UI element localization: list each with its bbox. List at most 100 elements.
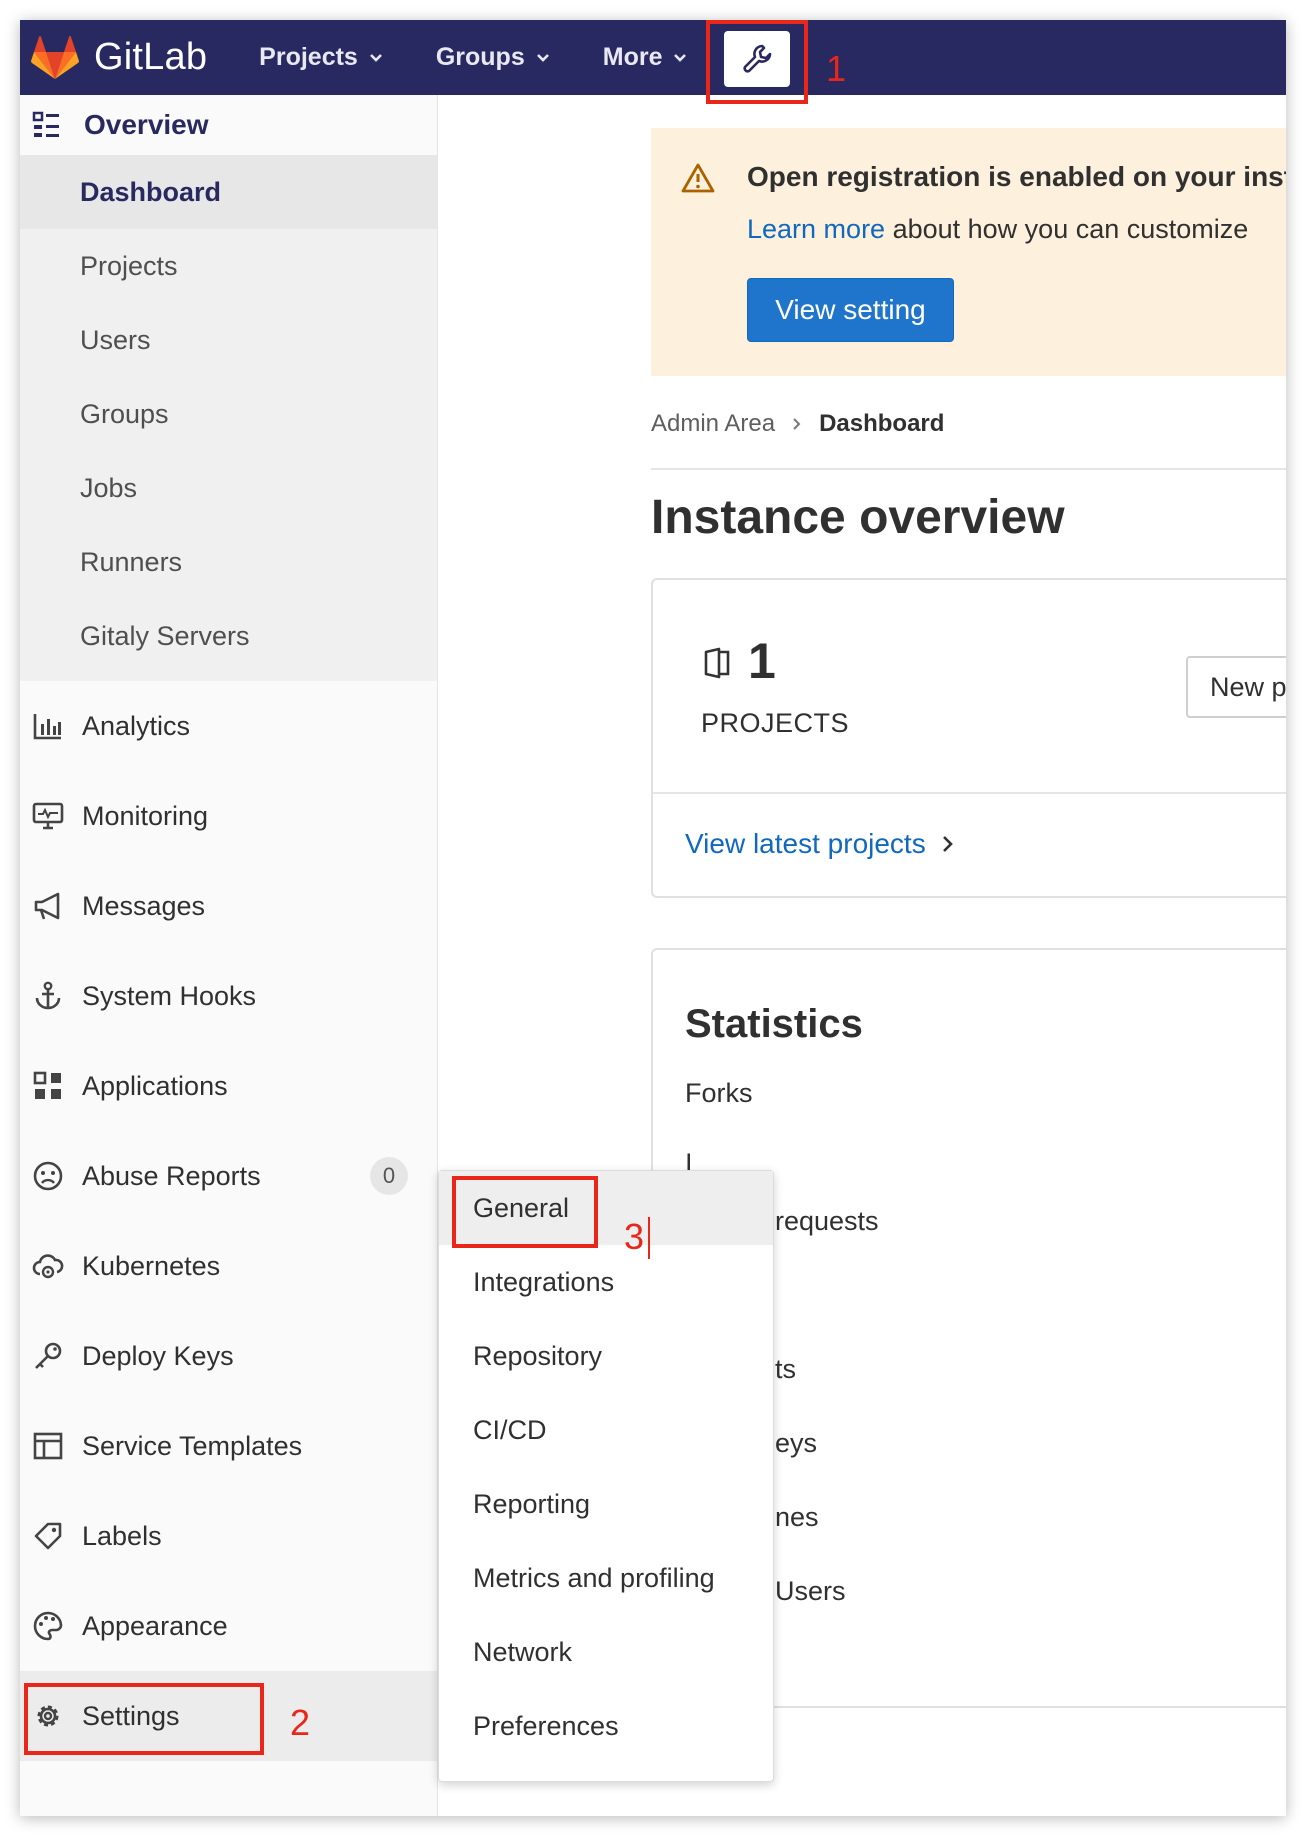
apps-grid-icon	[33, 1071, 61, 1099]
chevron-right-icon	[942, 836, 953, 852]
gitlab-logo-link[interactable]: GitLab	[30, 20, 207, 95]
sidebar-section-title: Overview	[84, 109, 209, 140]
sidebar-item-groups[interactable]: Groups	[20, 377, 437, 451]
sidebar-item-label: Analytics	[82, 710, 191, 741]
chevron-down-icon	[674, 53, 687, 62]
key-icon	[35, 1342, 62, 1369]
anchor-icon	[35, 981, 61, 1010]
projects-card: 1 PROJECTS New p View latest projects	[651, 578, 1286, 898]
chevron-down-icon	[536, 53, 549, 62]
page-title: Instance overview	[651, 491, 1065, 544]
sidebar-section-overview[interactable]: Overview	[20, 95, 437, 155]
learn-more-link[interactable]: Learn more	[747, 214, 885, 244]
palette-icon	[33, 1611, 63, 1641]
alert-body: Learn more about how you can customize	[747, 214, 1248, 245]
sidebar-item-users[interactable]: Users	[20, 303, 437, 377]
divider	[651, 468, 1286, 470]
nav-groups-dropdown[interactable]: Groups	[436, 43, 551, 72]
sidebar-item-runners[interactable]: Runners	[20, 525, 437, 599]
nav-label: More	[602, 43, 663, 71]
view-setting-button[interactable]: View setting	[747, 278, 954, 342]
sidebar-item-appearance[interactable]: Appearance	[20, 1581, 437, 1671]
sidebar-item-projects[interactable]: Projects	[20, 229, 437, 303]
gitlab-tanuki-icon	[30, 35, 80, 79]
nav-label: Groups	[435, 43, 525, 71]
sidebar-item-kubernetes[interactable]: Kubernetes	[20, 1221, 437, 1311]
new-project-button[interactable]: New p	[1186, 656, 1286, 718]
breadcrumb: Admin Area Dashboard	[651, 410, 944, 438]
overview-subnav: Dashboard Projects Users Groups Jobs Run…	[20, 155, 437, 681]
annotation-number-3: 3	[624, 1216, 645, 1257]
sidebar-item-gitaly-servers[interactable]: Gitaly Servers	[20, 599, 437, 673]
cloud-gear-icon	[32, 1254, 64, 1279]
browser-window: GitLab Projects Groups More 1 Overview D…	[20, 20, 1286, 1816]
projects-label: PROJECTS	[701, 708, 850, 738]
nav-projects-dropdown[interactable]: Projects	[259, 43, 384, 72]
flyout-item-ci-cd[interactable]: CI/CD	[439, 1393, 773, 1467]
sidebar-item-jobs[interactable]: Jobs	[20, 451, 437, 525]
open-registration-alert: Open registration is enabled on your ins…	[651, 128, 1286, 376]
statistics-title: Statistics	[685, 1002, 863, 1046]
sidebar-item-label: Abuse Reports	[82, 1160, 261, 1191]
top-navbar: GitLab Projects Groups More	[20, 20, 1286, 95]
alert-title: Open registration is enabled on your ins…	[747, 161, 1286, 192]
sidebar-item-applications[interactable]: Applications	[20, 1041, 437, 1131]
monitor-icon	[32, 802, 64, 830]
sidebar-item-messages[interactable]: Messages	[20, 861, 437, 951]
chart-icon	[33, 714, 61, 740]
sidebar-item-deploy-keys[interactable]: Deploy Keys	[20, 1311, 437, 1401]
abuse-reports-count-badge: 0	[370, 1157, 408, 1195]
overview-list-icon	[32, 111, 59, 137]
warning-triangle-icon	[681, 163, 715, 193]
annotation-box-1	[706, 20, 808, 104]
template-icon	[33, 1432, 63, 1460]
flyout-item-repository[interactable]: Repository	[439, 1319, 773, 1393]
sidebar-item-monitoring[interactable]: Monitoring	[20, 771, 437, 861]
project-book-icon	[704, 647, 730, 679]
link-label: View latest projects	[685, 828, 926, 859]
admin-sidebar: Overview Dashboard Projects Users Groups…	[20, 95, 438, 1816]
sidebar-item-label: Messages	[82, 890, 206, 921]
sidebar-item-label: Service Templates	[82, 1430, 303, 1461]
sidebar-item-label: System Hooks	[82, 980, 257, 1011]
nav-label: Projects	[259, 43, 358, 71]
view-latest-projects-link[interactable]: View latest projects	[685, 828, 956, 860]
sidebar-item-label: Kubernetes	[82, 1250, 221, 1281]
breadcrumb-current[interactable]: Dashboard	[819, 410, 944, 438]
flyout-item-preferences[interactable]: Preferences	[439, 1689, 773, 1763]
stat-row-milestones: nes	[775, 1502, 819, 1532]
nav-more-dropdown[interactable]: More	[603, 43, 689, 72]
projects-count: 1	[748, 633, 776, 689]
stat-row-ssh-keys: eys	[775, 1428, 818, 1458]
sidebar-item-service-templates[interactable]: Service Templates	[20, 1401, 437, 1491]
sidebar-item-abuse-reports[interactable]: Abuse Reports 0	[20, 1131, 437, 1221]
flyout-item-reporting[interactable]: Reporting	[439, 1467, 773, 1541]
flyout-item-integrations[interactable]: Integrations	[439, 1245, 773, 1319]
label-tag-icon	[34, 1522, 62, 1550]
breadcrumb-admin-area[interactable]: Admin Area	[651, 410, 775, 438]
sidebar-item-analytics[interactable]: Analytics	[20, 681, 437, 771]
sidebar-item-label: Applications	[82, 1070, 228, 1101]
sidebar-item-dashboard[interactable]: Dashboard	[20, 155, 437, 229]
sidebar-item-labels[interactable]: Labels	[20, 1491, 437, 1581]
text-cursor	[648, 1217, 650, 1259]
annotation-box-3	[452, 1176, 598, 1248]
settings-flyout-menu: General Integrations Repository CI/CD Re…	[438, 1170, 774, 1782]
flyout-item-network[interactable]: Network	[439, 1615, 773, 1689]
sad-face-icon	[33, 1161, 63, 1191]
sidebar-item-label: Appearance	[82, 1610, 228, 1641]
megaphone-icon	[34, 892, 60, 920]
stat-row-merge-requests: requests	[775, 1206, 879, 1236]
brand-name: GitLab	[94, 36, 208, 78]
stat-row-forks: Forks	[685, 1078, 753, 1108]
annotation-number-1: 1	[826, 48, 847, 89]
stat-row-active-users: Users	[775, 1576, 846, 1606]
chevron-right-icon	[793, 418, 801, 430]
flyout-item-metrics-and-profiling[interactable]: Metrics and profiling	[439, 1541, 773, 1615]
sidebar-item-system-hooks[interactable]: System Hooks	[20, 951, 437, 1041]
alert-body-text: about how you can customize	[885, 214, 1249, 244]
card-divider	[653, 792, 1286, 794]
sidebar-item-label: Labels	[82, 1520, 162, 1551]
sidebar-item-label: Deploy Keys	[82, 1340, 234, 1371]
annotation-box-2	[24, 1683, 264, 1755]
